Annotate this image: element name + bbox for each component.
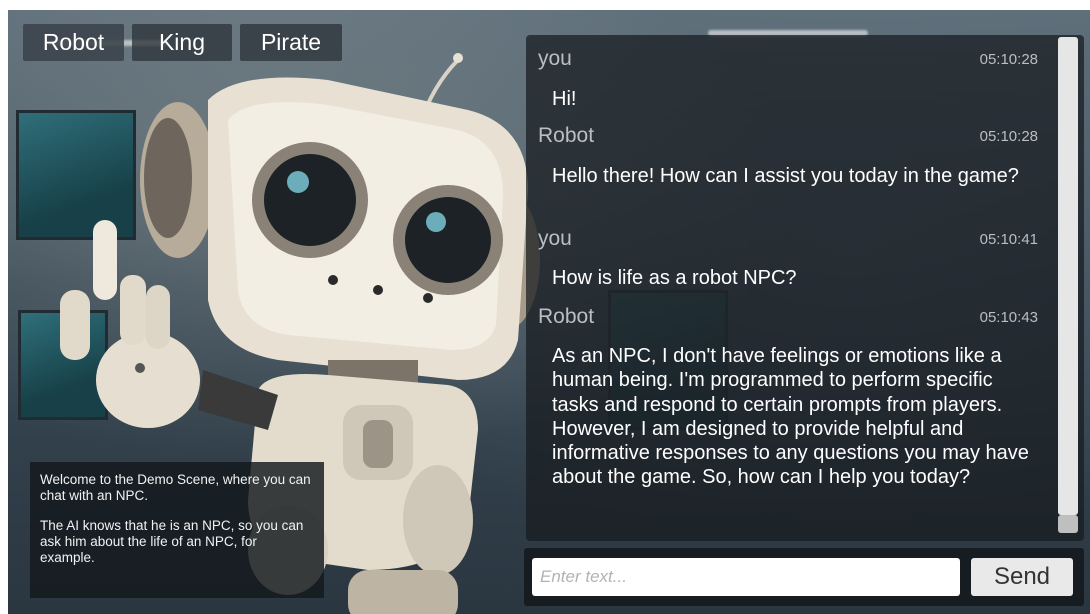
send-button[interactable]: Send [971,558,1073,596]
chat-scrollbar-handle[interactable] [1058,515,1078,533]
info-paragraph-hint: The AI knows that he is an NPC, so you c… [40,518,304,565]
message-timestamp: 05:10:41 [979,231,1038,248]
message-text: Hi! [552,88,577,110]
message-timestamp: 05:10:43 [979,309,1038,326]
message-header: you 05:10:28 [538,47,1038,73]
message-sender: Robot [538,305,595,328]
info-paragraph-welcome: Welcome to the Demo Scene, where you can… [40,472,311,503]
chat-text-input[interactable] [532,558,960,596]
message-timestamp: 05:10:28 [979,51,1038,68]
chat-scrollbar[interactable] [1058,37,1078,515]
message-sender: you [538,227,572,250]
message-sender: you [538,47,572,70]
tab-king[interactable]: King [132,24,232,61]
message-header: Robot 05:10:43 [538,305,1038,331]
message-text: As an NPC, I don't have feelings or emot… [552,345,1029,489]
message-timestamp: 05:10:28 [979,128,1038,145]
message-header: Robot 05:10:28 [538,124,1038,150]
tab-robot[interactable]: Robot [23,24,124,61]
chat-log[interactable]: you 05:10:28 Hi! Robot 05:10:28 Hello th… [526,35,1084,541]
message-text: How is life as a robot NPC? [552,267,797,289]
chat-input-bar: Send [524,548,1084,606]
tab-pirate[interactable]: Pirate [240,24,342,61]
info-panel: Welcome to the Demo Scene, where you can… [30,462,324,598]
message-sender: Robot [538,124,595,147]
message-header: you 05:10:41 [538,227,1038,253]
message-text: Hello there! How can I assist you today … [552,165,1019,187]
